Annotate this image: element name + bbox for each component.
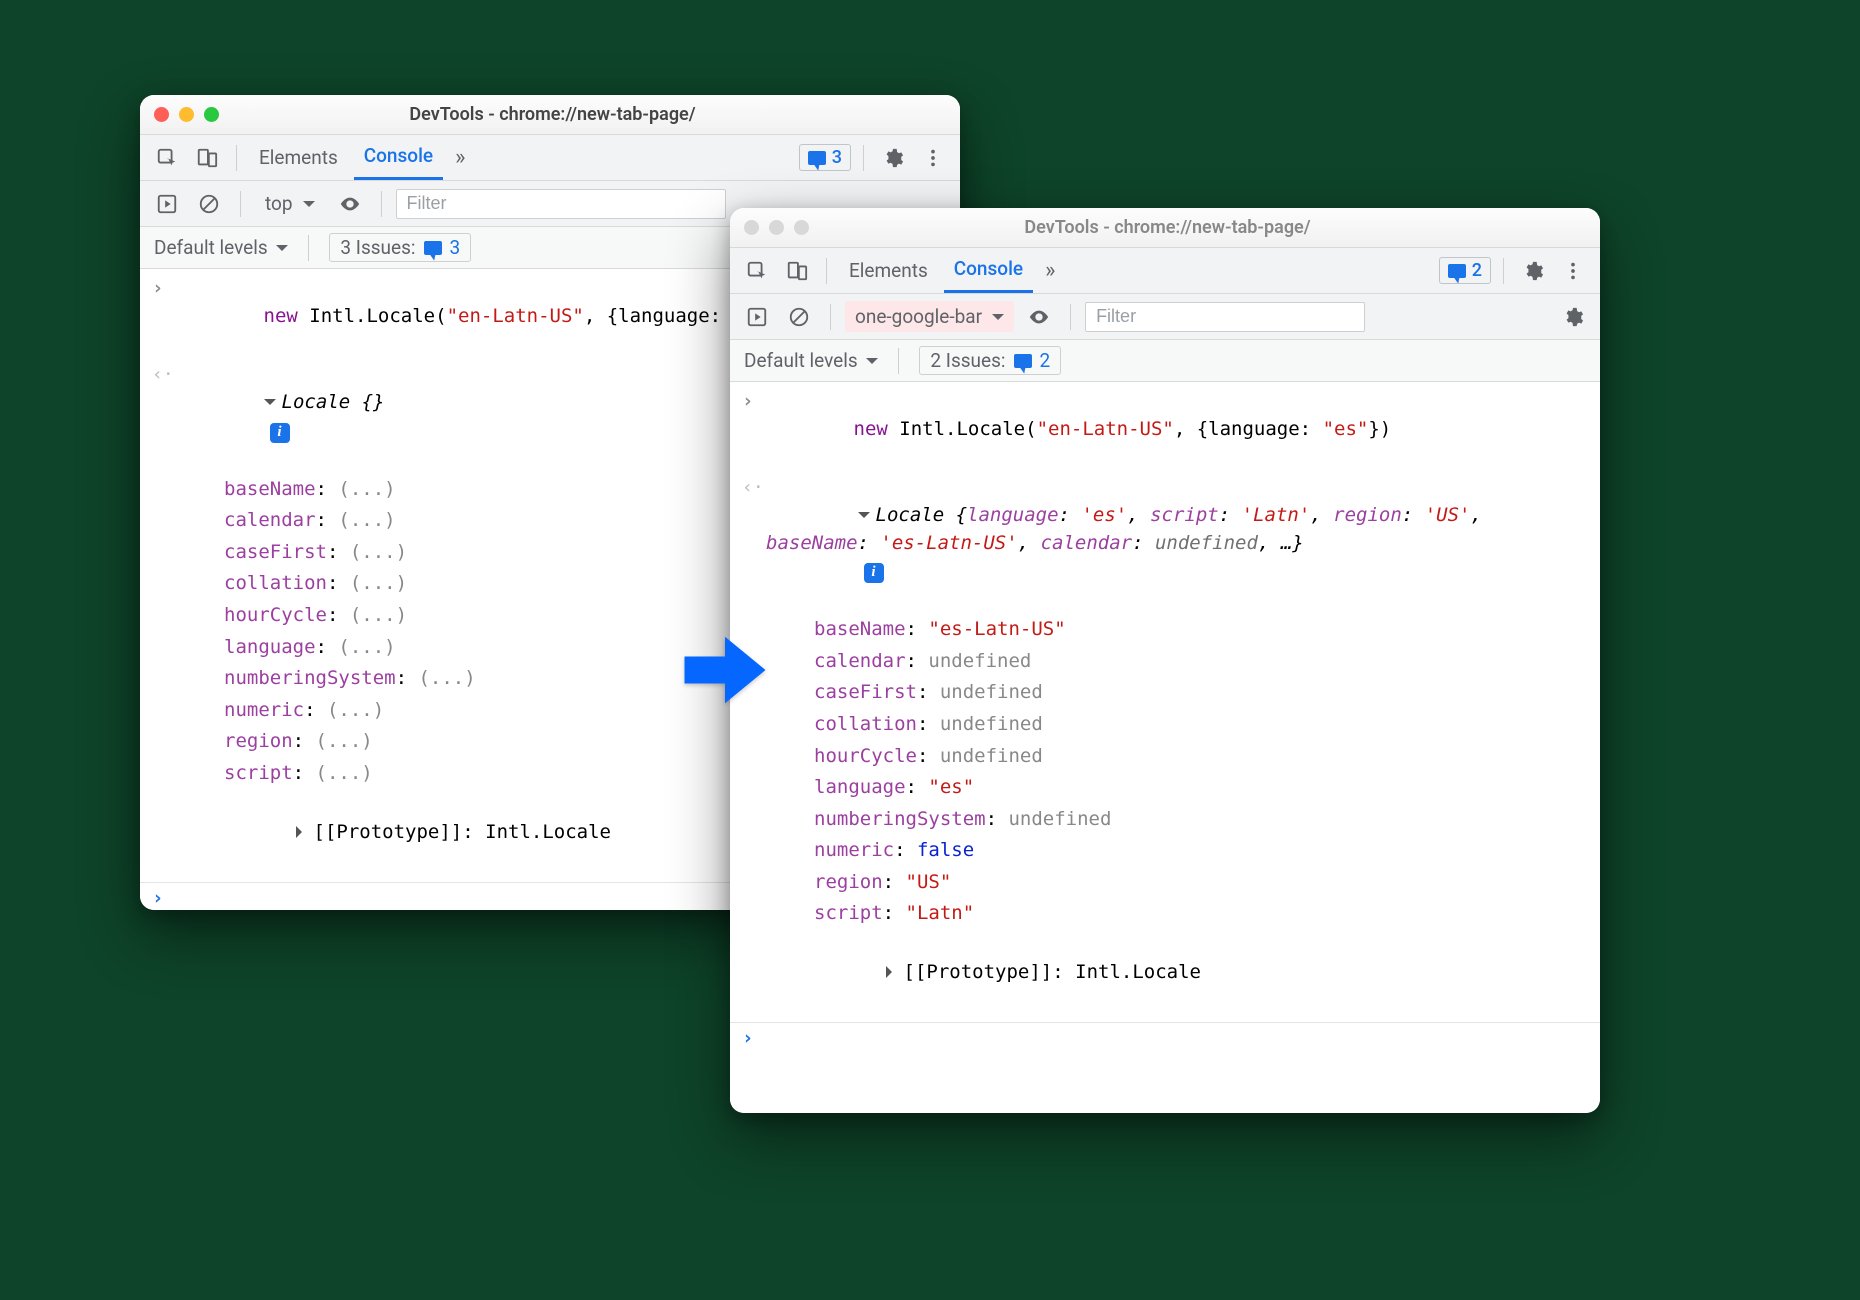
transition-arrow-icon	[680, 625, 770, 715]
info-icon[interactable]: i	[270, 423, 290, 443]
divider	[240, 191, 241, 217]
message-icon	[1448, 264, 1466, 278]
more-tabs-icon[interactable]: »	[1039, 254, 1061, 287]
output-arrow-icon: ‹·	[742, 475, 762, 501]
expand-toggle-icon[interactable]	[296, 819, 308, 847]
message-icon	[808, 151, 826, 165]
more-tabs-icon[interactable]: »	[449, 141, 471, 174]
divider	[863, 145, 864, 171]
device-toggle-icon[interactable]	[780, 256, 814, 286]
play-icon[interactable]	[740, 302, 774, 332]
panel-tabs: Elements Console » 2	[730, 248, 1600, 294]
console-input-code: new Intl.Locale("en-Latn-US", {language:…	[762, 388, 1391, 471]
context-label: one-google-bar	[855, 305, 982, 328]
devtools-window-right: DevTools - chrome://new-tab-page/ Elemen…	[730, 208, 1600, 1113]
eye-icon[interactable]	[1022, 302, 1056, 332]
divider	[826, 258, 827, 284]
issues-pill[interactable]: 2 Issues: 2	[919, 346, 1061, 375]
divider	[830, 304, 831, 330]
levels-dropdown[interactable]: Default levels	[154, 236, 288, 259]
console-filter-bar: one-google-bar	[730, 294, 1600, 340]
console-input-code: new Intl.Locale("en-Latn-US", {language:	[172, 275, 721, 358]
property-row[interactable]: caseFirst: undefined	[730, 677, 1600, 709]
output-arrow-icon: ‹·	[152, 362, 172, 472]
gear-icon[interactable]	[1516, 256, 1550, 286]
messages-count: 3	[832, 147, 842, 168]
kebab-icon[interactable]	[1556, 256, 1590, 286]
divider	[898, 348, 899, 374]
levels-bar: Default levels 2 Issues: 2	[730, 340, 1600, 382]
kebab-icon[interactable]	[916, 143, 950, 173]
prompt-chevron-icon: ›	[152, 885, 172, 910]
issues-count: 3	[450, 236, 461, 259]
eye-icon[interactable]	[333, 189, 367, 219]
divider	[381, 191, 382, 217]
gear-icon[interactable]	[876, 143, 910, 173]
divider	[236, 145, 237, 171]
tab-elements[interactable]: Elements	[249, 138, 348, 177]
console-body[interactable]: new Intl.Locale("en-Latn-US", {language:…	[730, 382, 1600, 1113]
issues-count: 2	[1040, 349, 1051, 372]
context-selector[interactable]: top	[255, 188, 325, 219]
issues-label: 3 Issues:	[340, 236, 415, 259]
play-icon[interactable]	[150, 189, 184, 219]
console-output-header[interactable]: ‹· Locale {language: 'es', script: 'Latn…	[730, 473, 1600, 615]
property-row[interactable]: collation: undefined	[730, 709, 1600, 741]
info-icon[interactable]: i	[864, 563, 884, 583]
property-row[interactable]: calendar: undefined	[730, 646, 1600, 678]
issues-label: 2 Issues:	[930, 349, 1005, 372]
context-label: top	[265, 192, 293, 215]
messages-badge[interactable]: 3	[799, 144, 851, 171]
tab-console[interactable]: Console	[354, 136, 443, 180]
divider	[1070, 304, 1071, 330]
titlebar: DevTools - chrome://new-tab-page/	[140, 95, 960, 135]
window-title: DevTools - chrome://new-tab-page/	[749, 217, 1586, 238]
gear-icon[interactable]	[1556, 302, 1590, 332]
message-icon	[424, 241, 442, 255]
property-row[interactable]: region: "US"	[730, 867, 1600, 899]
issues-pill[interactable]: 3 Issues: 3	[329, 233, 471, 262]
expand-toggle-icon[interactable]	[886, 959, 898, 987]
levels-label: Default levels	[744, 349, 858, 372]
filter-input[interactable]	[1085, 302, 1365, 332]
property-row[interactable]: numeric: false	[730, 835, 1600, 867]
property-row[interactable]: script: "Latn"	[730, 898, 1600, 930]
device-toggle-icon[interactable]	[190, 143, 224, 173]
messages-count: 2	[1472, 260, 1482, 281]
object-properties: baseName: "es-Latn-US"calendar: undefine…	[730, 614, 1600, 929]
console-prompt[interactable]: ›	[730, 1023, 1600, 1055]
titlebar: DevTools - chrome://new-tab-page/	[730, 208, 1600, 248]
input-chevron-icon	[742, 388, 762, 471]
messages-badge[interactable]: 2	[1439, 257, 1491, 284]
console-input-row: new Intl.Locale("en-Latn-US", {language:…	[730, 386, 1600, 473]
expand-toggle-icon[interactable]	[264, 389, 276, 417]
prototype-row[interactable]: [[Prototype]]: Intl.Locale	[730, 930, 1600, 1017]
tab-console[interactable]: Console	[944, 249, 1033, 293]
property-row[interactable]: numberingSystem: undefined	[730, 804, 1600, 836]
context-selector[interactable]: one-google-bar	[845, 301, 1014, 332]
property-row[interactable]: baseName: "es-Latn-US"	[730, 614, 1600, 646]
object-summary[interactable]: Locale {language: 'es', script: 'Latn', …	[762, 475, 1532, 613]
divider	[308, 235, 309, 261]
levels-dropdown[interactable]: Default levels	[744, 349, 878, 372]
expand-toggle-icon[interactable]	[858, 502, 870, 530]
input-chevron-icon	[152, 275, 172, 358]
tab-elements[interactable]: Elements	[839, 251, 938, 290]
levels-label: Default levels	[154, 236, 268, 259]
inspect-icon[interactable]	[150, 143, 184, 173]
clear-console-icon[interactable]	[192, 189, 226, 219]
panel-tabs: Elements Console » 3	[140, 135, 960, 181]
inspect-icon[interactable]	[740, 256, 774, 286]
object-header[interactable]: Locale {} i	[172, 362, 384, 472]
prompt-chevron-icon: ›	[742, 1025, 762, 1053]
filter-input[interactable]	[396, 189, 726, 219]
property-row[interactable]: language: "es"	[730, 772, 1600, 804]
clear-console-icon[interactable]	[782, 302, 816, 332]
message-icon	[1014, 354, 1032, 368]
property-row[interactable]: hourCycle: undefined	[730, 741, 1600, 773]
divider	[1503, 258, 1504, 284]
window-title: DevTools - chrome://new-tab-page/	[159, 104, 946, 125]
